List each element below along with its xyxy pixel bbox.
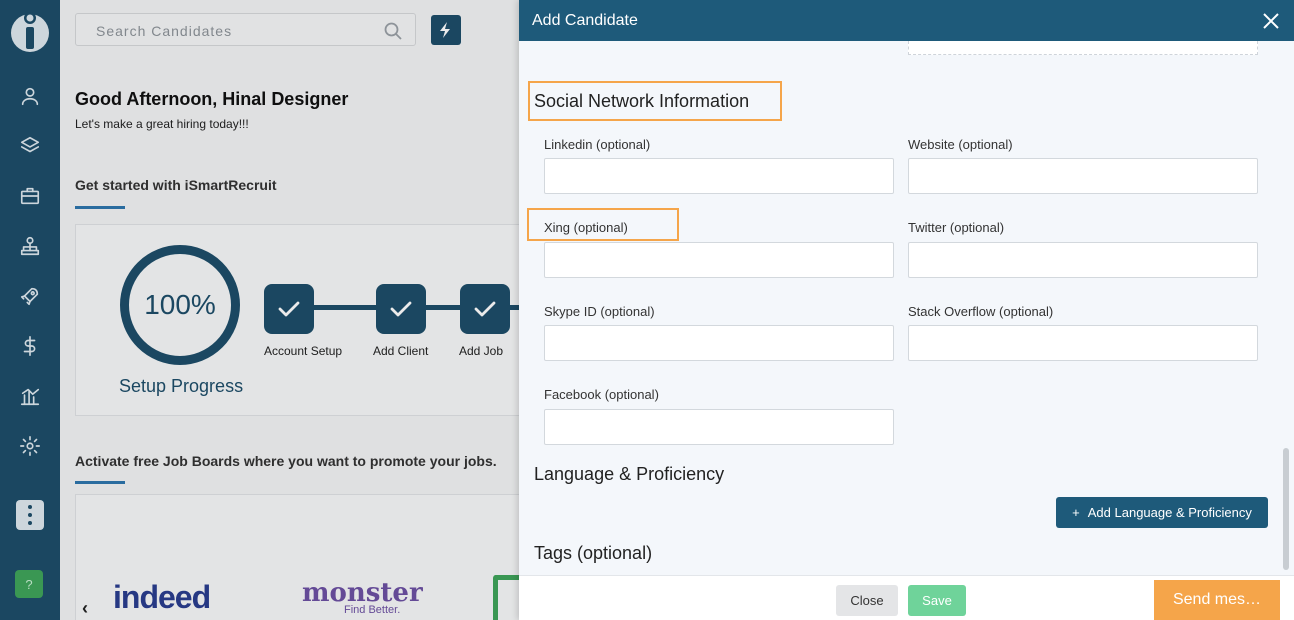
website-label: Website (optional) [908, 137, 1013, 152]
add-language-button[interactable]: + Add Language & Proficiency [1056, 497, 1268, 528]
panel-title: Add Candidate [532, 12, 638, 29]
twitter-field[interactable] [908, 242, 1258, 278]
social-network-title: Social Network Information [534, 91, 750, 111]
facebook-field[interactable] [544, 409, 894, 445]
send-message-button[interactable]: Send mes… [1154, 580, 1280, 620]
upload-dropzone[interactable] [908, 41, 1258, 55]
add-candidate-panel: Add Candidate Social Network Information… [519, 0, 1294, 620]
language-proficiency-title: Language & Proficiency [534, 464, 725, 484]
save-button[interactable]: Save [908, 585, 966, 616]
stackoverflow-field[interactable] [908, 325, 1258, 361]
twitter-label: Twitter (optional) [908, 220, 1005, 235]
linkedin-field[interactable] [544, 158, 894, 194]
xing-field[interactable] [544, 242, 894, 278]
modal-backdrop[interactable] [0, 0, 519, 620]
facebook-label: Facebook (optional) [544, 387, 659, 402]
panel-header: Add Candidate [519, 0, 1294, 41]
add-language-label: Add Language & Proficiency [1087, 505, 1252, 520]
scrollbar[interactable] [1283, 448, 1289, 570]
close-button[interactable]: Close [836, 585, 898, 616]
close-icon[interactable] [1262, 12, 1280, 30]
tags-title: Tags (optional) [534, 543, 653, 563]
linkedin-label: Linkedin (optional) [544, 137, 651, 152]
skype-label: Skype ID (optional) [544, 304, 655, 319]
website-field[interactable] [908, 158, 1258, 194]
skype-field[interactable] [544, 325, 894, 361]
stackoverflow-label: Stack Overflow (optional) [908, 304, 1054, 319]
xing-label: Xing (optional) [544, 220, 628, 235]
plus-icon: + [1072, 505, 1080, 520]
